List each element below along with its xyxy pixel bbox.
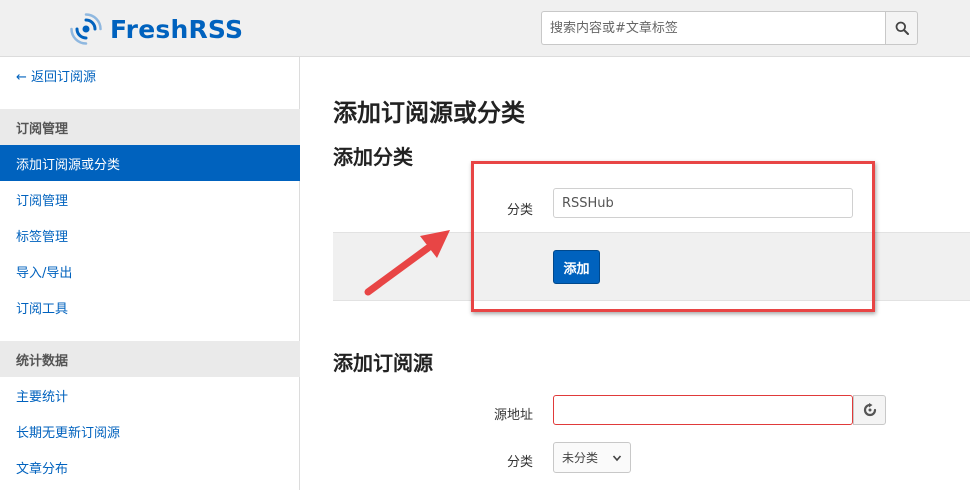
app-logo[interactable]: FreshRSS xyxy=(70,11,243,47)
sidebar: ← 返回订阅源 订阅管理 添加订阅源或分类 订阅管理 标签管理 导入/导出 订阅… xyxy=(0,57,300,490)
feed-url-check-button[interactable] xyxy=(853,395,886,425)
page-title: 添加订阅源或分类 xyxy=(333,99,525,127)
add-category-heading: 添加分类 xyxy=(333,145,413,169)
feed-category-selected: 未分类 xyxy=(562,451,599,465)
search-input[interactable] xyxy=(541,11,885,45)
feed-category-select[interactable]: 未分类 xyxy=(553,442,631,473)
sidebar-item-article-distribution[interactable]: 文章分布 xyxy=(0,449,300,485)
sidebar-item-main-stats[interactable]: 主要统计 xyxy=(0,377,300,413)
chevron-down-icon xyxy=(612,454,622,461)
search-button[interactable] xyxy=(885,11,918,45)
sidebar-item-add-feed-or-category[interactable]: 添加订阅源或分类 xyxy=(0,145,300,181)
app-name: FreshRSS xyxy=(110,14,244,44)
sidebar-item-import-export[interactable]: 导入/导出 xyxy=(0,253,300,289)
search-bar xyxy=(541,11,918,45)
search-icon xyxy=(895,21,909,35)
sidebar-item-tag-management[interactable]: 标签管理 xyxy=(0,217,300,253)
refresh-icon xyxy=(863,403,876,417)
feed-url-label: 源地址 xyxy=(493,408,533,423)
top-header: FreshRSS xyxy=(0,0,970,57)
sidebar-item-subscription-tools[interactable]: 订阅工具 xyxy=(0,289,300,325)
feed-category-label: 分类 xyxy=(506,455,533,470)
sidebar-item-idle-feeds[interactable]: 长期无更新订阅源 xyxy=(0,413,300,449)
add-feed-heading: 添加订阅源 xyxy=(333,351,433,375)
back-to-feeds-link[interactable]: ← 返回订阅源 xyxy=(16,66,96,85)
annotation-highlight-box xyxy=(471,161,875,312)
feed-url-input[interactable] xyxy=(553,395,853,425)
sidebar-item-subscription-management[interactable]: 订阅管理 xyxy=(0,181,300,217)
sidebar-section-statistics: 统计数据 xyxy=(0,341,300,377)
sidebar-section-subscription: 订阅管理 xyxy=(0,109,300,145)
freshrss-logo-icon xyxy=(70,13,102,45)
